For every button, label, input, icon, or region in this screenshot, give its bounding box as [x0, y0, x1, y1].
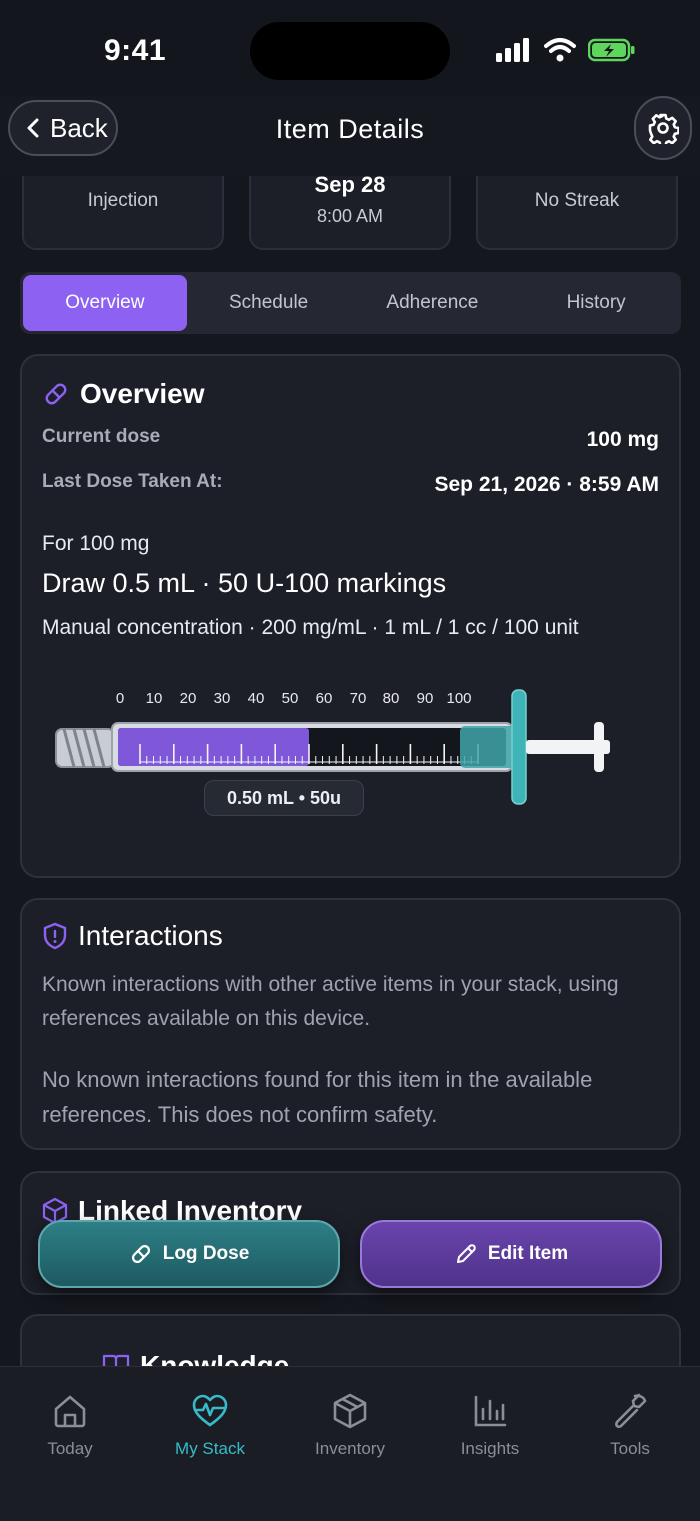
current-dose-label: Current dose	[42, 426, 161, 447]
interactions-title-text: Interactions	[78, 920, 223, 951]
overview-card: Overview Current dose 100 mg Last Dose T…	[20, 354, 681, 878]
bottom-tab-bar: Today My Stack Inventory Insights Tools	[0, 1366, 700, 1521]
bar-chart-icon	[474, 1395, 507, 1427]
box-icon	[333, 1393, 367, 1429]
syringe-plunger-thumb	[594, 722, 604, 772]
pencil-icon	[456, 1244, 476, 1263]
tab-history[interactable]: History	[514, 275, 678, 331]
tabbar-item-tools[interactable]: Tools	[560, 1391, 700, 1459]
shield-alert-icon	[43, 922, 67, 950]
stat-card-next-dose: Sep 28 8:00 AM	[249, 172, 451, 250]
log-dose-label: Log Dose	[162, 1243, 250, 1264]
tabbar-label: Insights	[460, 1439, 520, 1458]
nav-header: Back Item Details	[0, 96, 700, 176]
tabbar-label: Inventory	[315, 1439, 385, 1458]
stat-card-subtitle: 8:00 AM	[316, 206, 384, 226]
battery-icon	[588, 38, 635, 62]
tabbar-item-my-stack[interactable]: My Stack	[140, 1391, 280, 1459]
stat-card-streak: No Streak	[476, 172, 678, 250]
status-icons	[496, 38, 636, 62]
dose-pill: 0.50 mL • 50u	[204, 780, 364, 816]
pill-icon	[45, 383, 67, 405]
stat-card-label: Injection	[87, 190, 159, 211]
segmented-tabs: Overview Schedule Adherence History	[20, 272, 681, 334]
edit-item-button[interactable]: Edit Item	[360, 1220, 662, 1288]
gear-icon	[648, 113, 679, 144]
wrench-icon	[614, 1393, 647, 1429]
overview-title-text: Overview	[80, 378, 205, 409]
wifi-icon	[544, 38, 576, 62]
last-dose-label: Last Dose Taken At:	[42, 471, 223, 492]
page-title: Item Details	[275, 114, 425, 144]
home-icon	[54, 1395, 86, 1428]
last-dose-value: Sep 21, 2026 · 8:59 AM	[434, 473, 660, 496]
tabbar-label: Tools	[610, 1439, 650, 1458]
stat-card-type: Injection	[22, 172, 224, 250]
interactions-description: Known interactions with other active ite…	[42, 973, 619, 1030]
status-bar: 9:41	[0, 0, 700, 96]
interactions-result: No known interactions found for this ite…	[42, 1067, 593, 1127]
log-dose-button[interactable]: Log Dose	[38, 1220, 340, 1288]
tabbar-item-insights[interactable]: Insights	[420, 1391, 560, 1459]
signal-icon	[496, 38, 529, 62]
edit-item-label: Edit Item	[487, 1243, 569, 1264]
pill-icon	[131, 1244, 150, 1264]
draw-instruction: Draw 0.5 mL · 50 U-100 markings	[42, 568, 447, 598]
heart-pulse-icon	[192, 1394, 228, 1427]
for-dose-text: For 100 mg	[42, 532, 150, 555]
syringe-flange	[511, 689, 527, 805]
tabbar-item-today[interactable]: Today	[0, 1391, 140, 1459]
syringe-needle-hub	[55, 728, 115, 768]
tabbar-label: My Stack	[175, 1439, 245, 1458]
interactions-title: Interactions	[42, 920, 223, 952]
concentration-text: Manual concentration · 200 mg/mL · 1 mL …	[42, 616, 579, 639]
tabbar-item-inventory[interactable]: Inventory	[280, 1391, 420, 1459]
status-time: 9:41	[104, 34, 167, 67]
current-dose-value: 100 mg	[586, 428, 659, 451]
tab-schedule[interactable]: Schedule	[187, 275, 351, 331]
tabbar-label: Today	[47, 1439, 93, 1458]
tab-adherence[interactable]: Adherence	[351, 275, 515, 331]
tab-overview[interactable]: Overview	[23, 275, 187, 331]
interactions-card: Interactions Known interactions with oth…	[20, 898, 681, 1150]
stat-card-label: No Streak	[534, 190, 620, 211]
syringe-stopper	[460, 726, 516, 768]
settings-button[interactable]	[634, 96, 692, 160]
dynamic-island	[250, 22, 450, 80]
overview-title: Overview	[42, 378, 205, 410]
